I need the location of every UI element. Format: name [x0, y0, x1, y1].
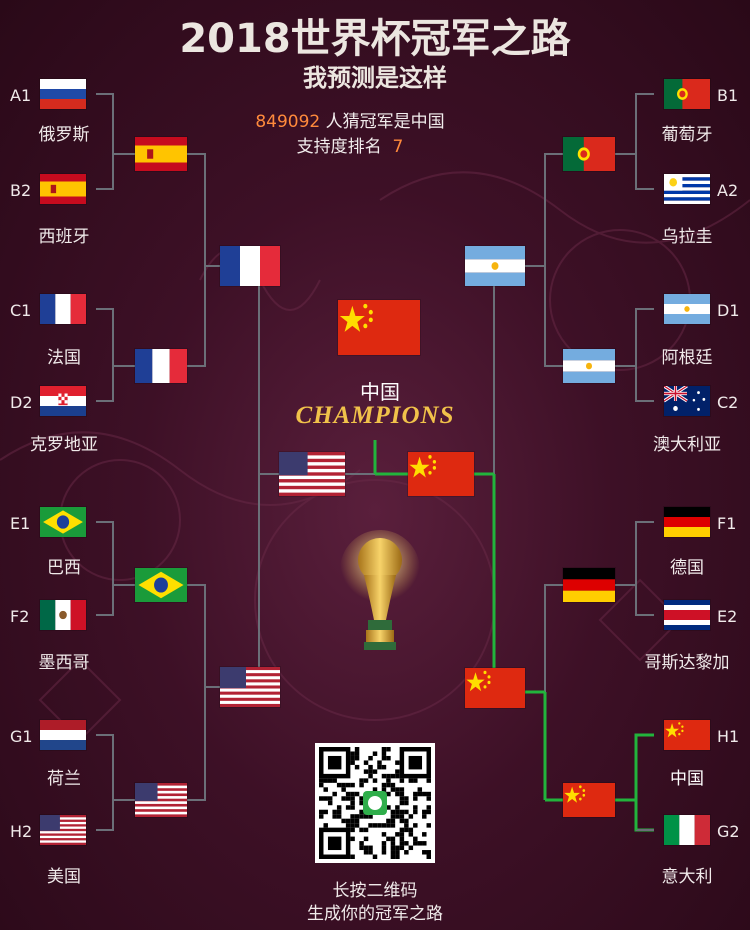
champions-title: CHAMPIONS — [295, 402, 455, 429]
quarter-flag-brazil — [135, 568, 187, 602]
slot-label-E1: E1 — [10, 514, 31, 533]
slot-label-A1: A1 — [10, 86, 32, 105]
team-name-netherlands: 荷兰 — [47, 769, 81, 789]
slot-label-F1: F1 — [717, 514, 737, 533]
group-flag-portugal — [664, 79, 710, 109]
champion-flag — [338, 300, 420, 355]
semi-flag-argentina — [465, 246, 525, 286]
qr-caption-line1: 长按二维码 — [332, 881, 418, 901]
team-name-costarica: 哥斯达黎加 — [644, 653, 730, 673]
slot-label-F2: F2 — [10, 607, 30, 626]
team-name-uruguay: 乌拉圭 — [661, 227, 713, 247]
group-flag-italy — [664, 815, 710, 845]
quarter-flag-usa — [135, 783, 187, 817]
quarter-flag-argentina — [563, 349, 615, 383]
slot-label-B1: B1 — [717, 86, 739, 105]
quarter-flag-china — [563, 783, 615, 817]
group-flag-usa — [40, 815, 86, 845]
team-name-australia: 澳大利亚 — [653, 435, 721, 455]
group-flag-uruguay — [664, 174, 710, 204]
quarter-flag-germany — [563, 568, 615, 602]
semi-flag-china — [465, 668, 525, 708]
team-name-croatia: 克罗地亚 — [30, 435, 98, 455]
group-flag-costarica — [664, 600, 710, 630]
quarter-flag-spain — [135, 137, 187, 171]
semi-flag-usa — [220, 667, 280, 707]
group-flag-croatia — [40, 386, 86, 416]
final-flag-china — [408, 452, 474, 496]
team-name-portugal: 葡萄牙 — [661, 125, 713, 145]
team-name-mexico: 墨西哥 — [38, 653, 90, 673]
trophy-icon — [340, 530, 420, 650]
slot-label-G2: G2 — [717, 822, 740, 841]
qr-caption-line2: 生成你的冠军之路 — [307, 904, 443, 924]
slot-label-H2: H2 — [10, 822, 33, 841]
final-flag-usa — [279, 452, 345, 496]
group-flag-mexico — [40, 600, 86, 630]
champion-name: 中国 — [360, 380, 400, 404]
group-flag-spain — [40, 174, 86, 204]
semi-flag-france — [220, 246, 280, 286]
slot-label-C2: C2 — [717, 393, 739, 412]
quarter-flag-france — [135, 349, 187, 383]
team-name-germany: 德国 — [670, 558, 704, 578]
group-flag-brazil — [40, 507, 86, 537]
group-flag-argentina — [664, 294, 710, 324]
slot-label-D1: D1 — [717, 301, 740, 320]
slot-label-A2: A2 — [717, 181, 739, 200]
team-name-spain: 西班牙 — [38, 227, 90, 247]
slot-label-H1: H1 — [717, 727, 740, 746]
qr-code-pattern — [319, 747, 431, 859]
slot-label-C1: C1 — [10, 301, 32, 320]
team-name-argentina: 阿根廷 — [661, 348, 713, 368]
group-flag-russia — [40, 79, 86, 109]
team-name-brazil: 巴西 — [47, 558, 81, 578]
slot-label-D2: D2 — [10, 393, 33, 412]
slot-label-G1: G1 — [10, 727, 33, 746]
group-flag-china — [664, 720, 710, 750]
group-flag-australia — [664, 386, 710, 416]
slot-label-E2: E2 — [717, 607, 738, 626]
group-flag-germany — [664, 507, 710, 537]
quarter-flag-portugal — [563, 137, 615, 171]
team-name-russia: 俄罗斯 — [38, 125, 90, 145]
team-name-china: 中国 — [670, 769, 704, 789]
slot-label-B2: B2 — [10, 181, 32, 200]
team-name-usa: 美国 — [47, 867, 81, 887]
team-name-france: 法国 — [47, 348, 81, 368]
qr-code[interactable] — [315, 743, 435, 863]
team-name-italy: 意大利 — [661, 867, 713, 887]
group-flag-france — [40, 294, 86, 324]
group-flag-netherlands — [40, 720, 86, 750]
